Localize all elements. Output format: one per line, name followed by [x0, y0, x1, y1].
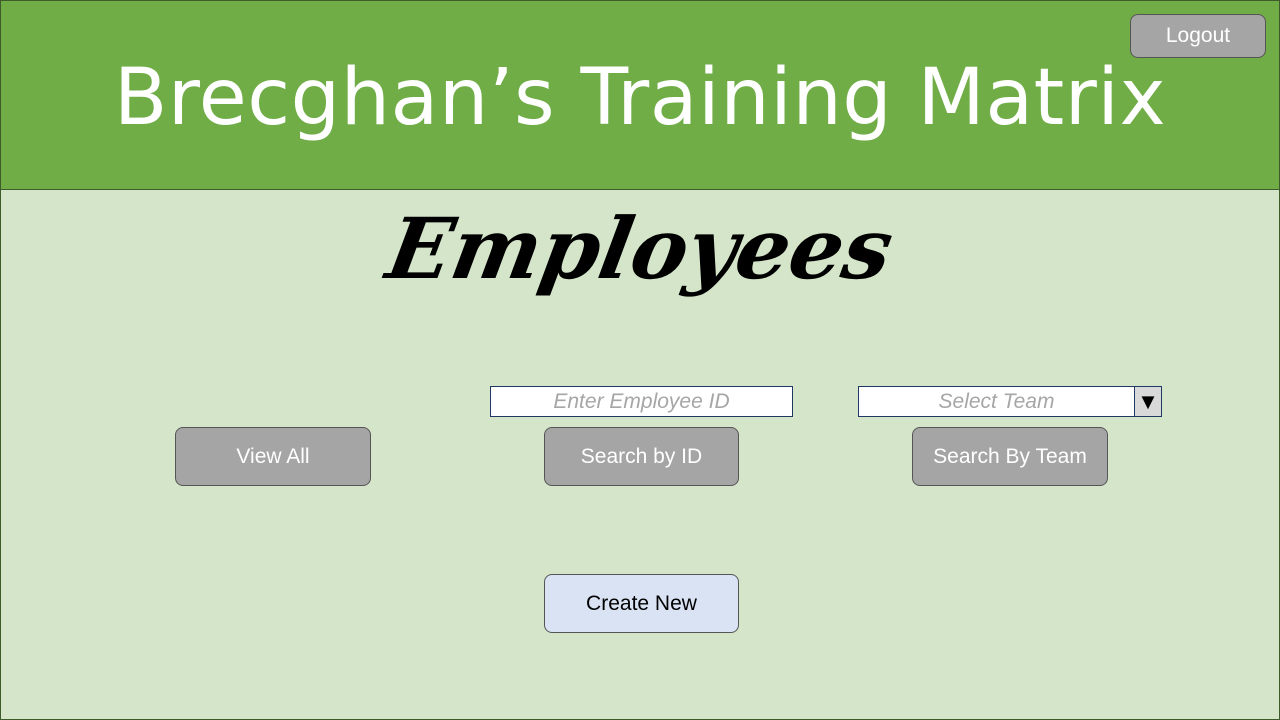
logout-button[interactable]: Logout — [1130, 14, 1266, 58]
app-title: Brecghan’s Training Matrix — [113, 53, 1167, 143]
page-title: Employees — [380, 199, 901, 298]
header-banner: Brecghan’s Training Matrix Logout — [1, 1, 1279, 190]
search-by-id-button[interactable]: Search by ID — [544, 427, 739, 486]
create-new-button[interactable]: Create New — [544, 574, 739, 633]
employee-id-input[interactable]: Enter Employee ID — [490, 386, 793, 417]
employee-id-placeholder: Enter Employee ID — [553, 389, 730, 413]
team-select-placeholder: Select Team — [938, 389, 1055, 413]
view-all-button[interactable]: View All — [175, 427, 371, 486]
search-by-team-button[interactable]: Search By Team — [912, 427, 1108, 486]
dropdown-arrow-icon[interactable]: ▼ — [1134, 387, 1161, 416]
team-select[interactable]: Select Team ▼ — [858, 386, 1162, 417]
app-window: Brecghan’s Training Matrix Logout Employ… — [0, 0, 1280, 720]
